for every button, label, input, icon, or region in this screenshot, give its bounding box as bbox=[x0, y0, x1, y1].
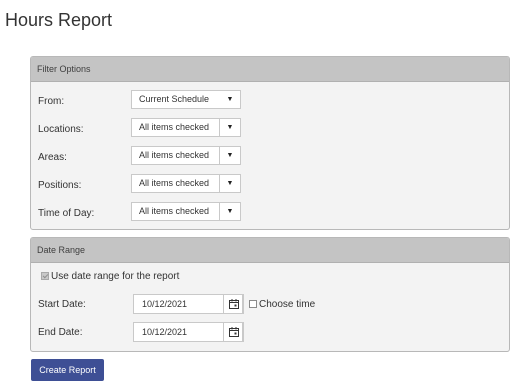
from-select-value: Current Schedule bbox=[139, 94, 210, 104]
start-date-label: Start Date: bbox=[38, 299, 86, 310]
start-date-input[interactable]: 10/12/2021 bbox=[133, 294, 244, 314]
create-report-button[interactable]: Create Report bbox=[31, 359, 104, 381]
chevron-down-icon[interactable]: ▼ bbox=[219, 203, 240, 220]
from-label: From: bbox=[38, 96, 65, 107]
choose-time-checkbox[interactable] bbox=[249, 300, 257, 308]
choose-time-row: Choose time bbox=[249, 299, 315, 310]
chevron-down-icon[interactable]: ▼ bbox=[219, 147, 240, 164]
end-date-input[interactable]: 10/12/2021 bbox=[133, 322, 244, 342]
positions-select-value: All items checked bbox=[139, 178, 210, 188]
filter-options-header: Filter Options bbox=[31, 57, 509, 82]
use-date-range-checkbox[interactable] bbox=[41, 272, 49, 280]
positions-select[interactable]: All items checked ▼ bbox=[131, 174, 241, 193]
time-of-day-select-value: All items checked bbox=[139, 206, 210, 216]
use-date-range-row: Use date range for the report bbox=[41, 271, 179, 282]
end-date-label: End Date: bbox=[38, 327, 83, 338]
areas-label: Areas: bbox=[38, 152, 67, 163]
positions-label: Positions: bbox=[38, 180, 82, 191]
choose-time-label: Choose time bbox=[259, 299, 316, 310]
chevron-down-icon[interactable]: ▼ bbox=[219, 175, 240, 192]
date-range-header: Date Range bbox=[31, 238, 509, 263]
locations-label: Locations: bbox=[38, 124, 84, 135]
chevron-down-icon: ▼ bbox=[226, 96, 234, 103]
areas-select[interactable]: All items checked ▼ bbox=[131, 146, 241, 165]
areas-select-value: All items checked bbox=[139, 150, 210, 160]
start-date-calendar-button[interactable] bbox=[223, 294, 243, 314]
time-of-day-select[interactable]: All items checked ▼ bbox=[131, 202, 241, 221]
chevron-down-icon[interactable]: ▼ bbox=[219, 119, 240, 136]
date-range-panel: Date Range Use date range for the report… bbox=[30, 237, 510, 352]
end-date-calendar-button[interactable] bbox=[223, 322, 243, 342]
time-of-day-label: Time of Day: bbox=[38, 208, 95, 219]
use-date-range-label: Use date range for the report bbox=[51, 271, 180, 282]
locations-select[interactable]: All items checked ▼ bbox=[131, 118, 241, 137]
end-date-value: 10/12/2021 bbox=[142, 327, 188, 337]
from-select[interactable]: Current Schedule ▼ bbox=[131, 90, 241, 109]
calendar-icon bbox=[229, 299, 239, 309]
filter-options-panel: Filter Options From: Current Schedule ▼ … bbox=[30, 56, 510, 230]
calendar-icon bbox=[229, 327, 239, 337]
page-title: Hours Report bbox=[5, 10, 113, 30]
locations-select-value: All items checked bbox=[139, 122, 210, 132]
start-date-value: 10/12/2021 bbox=[142, 299, 188, 309]
